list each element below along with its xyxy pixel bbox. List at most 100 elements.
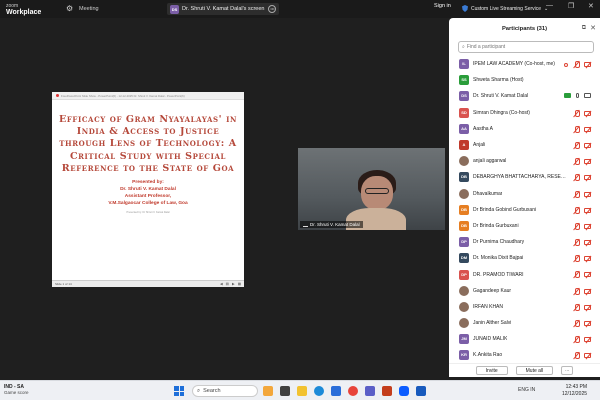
mute-all-button[interactable]: Mute all xyxy=(515,366,554,375)
slide-counter: Slide 1 of 14 xyxy=(55,282,72,286)
participant-avatar: SD xyxy=(459,107,469,118)
participant-name: Dr Brinda Gobind Gurbuxani xyxy=(473,206,537,213)
participant-name: Anjali xyxy=(473,142,486,149)
more-options-icon[interactable]: ••• xyxy=(268,5,277,13)
participant-status-icons xyxy=(573,239,591,247)
participant-row[interactable]: SS Shweta Sharma (Host) xyxy=(449,72,600,88)
camera-off-icon xyxy=(584,191,591,197)
slide-title: Efficacy of Gram Nyayalayas' in India & … xyxy=(59,114,237,174)
close-panel-icon[interactable]: ✕ xyxy=(590,24,596,32)
mic-muted-icon xyxy=(573,239,580,247)
mic-muted-icon xyxy=(573,303,580,311)
sign-in-link[interactable]: Sign in xyxy=(434,3,451,9)
participant-row[interactable]: anjali aggarwal xyxy=(449,153,600,169)
gear-icon[interactable]: ⚙ xyxy=(66,4,76,14)
windows-start-icon[interactable] xyxy=(174,386,184,396)
presenter-college: V.M.Salgaocar College of Law, Goa xyxy=(108,201,188,207)
participant-row[interactable]: DP DR. PRAMOD TIWARI xyxy=(449,266,600,282)
participant-avatar: IL xyxy=(459,59,469,70)
participant-search[interactable]: ⌕ xyxy=(458,41,594,53)
participant-avatar: DP xyxy=(459,237,469,248)
camera-off-icon xyxy=(584,223,591,229)
windows-taskbar: IND - SA Game score ⌕ Search ENG IN 12:4… xyxy=(0,380,600,400)
close-icon[interactable]: ✕ xyxy=(588,2,594,10)
prev-slide-icon[interactable]: ◀ xyxy=(220,282,223,286)
screen-share-tab[interactable]: DS Dr. Shruti V. Kamat Dalal's screen ••… xyxy=(167,3,280,15)
participant-avatar: DP xyxy=(459,269,469,280)
participant-avatar xyxy=(459,318,469,329)
powerpoint-icon[interactable] xyxy=(382,386,392,396)
camera-off-icon xyxy=(584,175,591,181)
live-streaming-button[interactable]: Custom Live Streaming Service ⌄ xyxy=(458,3,552,14)
participant-row[interactable]: IRFAN KHAN xyxy=(449,299,600,315)
system-tray[interactable]: ENG IN xyxy=(518,387,535,393)
participant-row[interactable]: DB Dr Brinda Gobind Gurbuxani xyxy=(449,202,600,218)
mic-muted-icon xyxy=(573,352,580,360)
participant-status-icons xyxy=(573,158,591,166)
mic-muted-icon xyxy=(573,141,580,149)
cricket-app-icon[interactable] xyxy=(263,386,273,396)
word-icon[interactable] xyxy=(416,386,426,396)
pop-out-icon[interactable]: ⧉ xyxy=(582,25,586,32)
camera-off-icon xyxy=(584,110,591,116)
slideshow-nav: ◀ ▤ ▶ ▦ xyxy=(220,282,241,286)
participant-row[interactable]: DB DEBARGHYA BHATTACHARYA, RESEARCH... xyxy=(449,169,600,185)
store-icon[interactable] xyxy=(331,386,341,396)
clock-date: 12/12/2025 xyxy=(562,390,588,397)
slide-window-titlebar: FreePowerPoint Slide Show - PowerPoint(6… xyxy=(52,92,244,100)
meeting-label[interactable]: Meeting xyxy=(79,6,99,12)
participant-avatar xyxy=(459,301,469,312)
invite-button[interactable]: Invite xyxy=(475,366,508,375)
view-icon[interactable]: ▦ xyxy=(238,282,241,286)
participant-row[interactable]: DS Dr. Shruti V. Kamat Dalal xyxy=(449,88,600,104)
participant-row[interactable]: DM Dr. Monika Dixit Bajpai xyxy=(449,250,600,266)
participant-row[interactable]: SD Simran Dhingra (Co-host) xyxy=(449,105,600,121)
mic-muted-icon xyxy=(573,109,580,117)
clock-time: 12:43 PM xyxy=(565,384,588,390)
participant-row[interactable]: AA Aastha A xyxy=(449,121,600,137)
restore-icon[interactable]: ❐ xyxy=(568,2,574,10)
task-view-icon[interactable] xyxy=(280,386,290,396)
more-button[interactable]: ... xyxy=(561,366,574,375)
camera-icon xyxy=(584,93,591,99)
participants-panel: Participants (31) ⧉ ✕ ⌕ IL IPEM LAW ACADE… xyxy=(449,18,600,377)
participants-footer: Invite Mute all ... xyxy=(449,363,600,377)
speaker-video[interactable]: Dr. Shruti V. Kamat Dalal xyxy=(298,148,445,230)
presenter-name: Dr. Shruti V. Kamat Dalal xyxy=(120,187,176,193)
participant-status-icons xyxy=(573,320,591,327)
participant-avatar: KR xyxy=(459,350,469,361)
camera-off-icon xyxy=(584,62,591,67)
participant-name: Simran Dhingra (Co-host) xyxy=(473,109,530,116)
camera-off-icon xyxy=(584,207,591,213)
minimize-icon[interactable]: — xyxy=(546,2,553,9)
participant-search-input[interactable] xyxy=(466,44,577,50)
participant-row[interactable]: DP Dr Purnima Chaudhary xyxy=(449,234,600,250)
widgets-score[interactable]: IND - SA Game score xyxy=(4,384,29,396)
chrome-icon[interactable] xyxy=(348,386,358,396)
presenter-role: Assistant Professor, xyxy=(124,194,172,200)
slide-menu-icon[interactable]: ▤ xyxy=(226,282,229,286)
file-explorer-icon[interactable] xyxy=(297,386,307,396)
participant-avatar: DB xyxy=(459,204,469,215)
teams-icon[interactable] xyxy=(365,386,375,396)
next-slide-icon[interactable]: ▶ xyxy=(232,282,235,286)
mic-muted-icon xyxy=(573,336,580,344)
participant-row[interactable]: A Anjali xyxy=(449,137,600,153)
participant-row[interactable]: Janin Alther Salvi xyxy=(449,315,600,331)
edge-icon[interactable] xyxy=(314,386,324,396)
taskbar-search[interactable]: ⌕ Search xyxy=(192,385,258,397)
zoom-logo: zoom Workplace xyxy=(0,3,52,16)
participant-name: DR. PRAMOD TIWARI xyxy=(473,271,524,278)
participant-row[interactable]: DB Dr Brinda Gurbuxani xyxy=(449,218,600,234)
participant-avatar: SS xyxy=(459,75,469,86)
participant-row[interactable]: Gagandeep Kaur xyxy=(449,283,600,299)
mic-muted-icon xyxy=(573,271,580,279)
clock[interactable]: 12:43 PM 12/12/2025 xyxy=(562,384,587,397)
participant-row[interactable]: IL IPEM LAW ACADEMY (Co-host, me) xyxy=(449,56,600,72)
participant-row[interactable]: Dhavalkumar xyxy=(449,186,600,202)
search-icon: ⌕ xyxy=(462,44,465,50)
participant-row[interactable]: KR K.Ankita Rao xyxy=(449,347,600,363)
score-subtitle: Game score xyxy=(4,390,29,395)
participant-row[interactable]: JM JUNAID MALIK xyxy=(449,331,600,347)
zoom-icon[interactable] xyxy=(399,386,409,396)
